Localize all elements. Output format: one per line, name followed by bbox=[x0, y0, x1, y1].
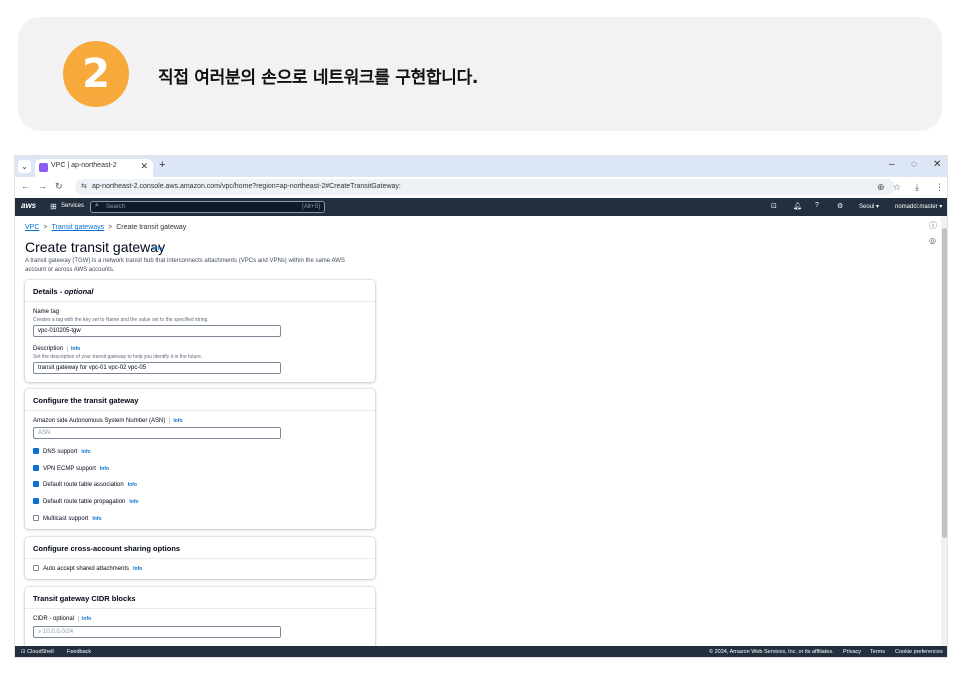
terms-link[interactable]: Terms bbox=[870, 649, 885, 655]
details-panel: Details - optional Name tag Creates a ta… bbox=[25, 280, 375, 382]
breadcrumb-chevron-icon: > bbox=[108, 224, 113, 231]
download-icon[interactable]: ⤓ bbox=[915, 182, 919, 193]
console-content: VPC > Transit gateways > Create transit gate… bbox=[15, 216, 947, 646]
tab-search-chevron-icon[interactable]: ⌄ bbox=[18, 160, 31, 173]
aws-search-input[interactable]: ⌕ Search [Alt+S] bbox=[90, 201, 325, 213]
cloudshell-footer-link[interactable]: ⊡ CloudShell bbox=[21, 649, 54, 655]
zoom-icon[interactable]: ⊕ bbox=[877, 182, 885, 193]
feedback-link[interactable]: Feedback bbox=[67, 649, 91, 655]
sharing-header: Configure cross-account sharing options bbox=[25, 537, 375, 559]
tab-title: VPC | ap-northeast-2 bbox=[51, 162, 117, 169]
forward-icon[interactable]: → bbox=[38, 181, 47, 191]
browser-window: ⌄ VPC | ap-northeast-2 ✕ + – ◌ ✕ ← → ↻ ⇆… bbox=[14, 155, 948, 658]
cookie-preferences-link[interactable]: Cookie preferences bbox=[895, 649, 943, 655]
step-banner: 2 직접 여러분의 손으로 네트워크를 구현합니다. bbox=[18, 17, 942, 131]
page-title: Create transit gateway bbox=[25, 239, 166, 255]
tab-strip: ⌄ VPC | ap-northeast-2 ✕ + – ◌ ✕ bbox=[15, 156, 947, 177]
info-link[interactable]: Info bbox=[128, 482, 137, 488]
multicast-support-checkbox[interactable]: Multicast support Info bbox=[33, 515, 102, 522]
reload-icon[interactable]: ↻ bbox=[55, 181, 63, 192]
details-header: Details - optional bbox=[25, 280, 375, 302]
breadcrumb-vpc[interactable]: VPC bbox=[25, 224, 39, 231]
info-link[interactable]: Info bbox=[133, 566, 142, 572]
breadcrumb-chevron-icon: > bbox=[43, 224, 48, 231]
vpc-favicon-icon bbox=[39, 163, 48, 172]
configure-header: Configure the transit gateway bbox=[25, 389, 375, 411]
breadcrumb-current: Create transit gateway bbox=[116, 224, 187, 231]
settings-gear-icon[interactable]: ⚙ bbox=[837, 202, 843, 210]
banner-title: 직접 여러분의 손으로 네트워크를 구현합니다. bbox=[158, 68, 479, 88]
cidr-info-link[interactable]: Info bbox=[78, 616, 92, 622]
checkbox-unchecked-icon[interactable] bbox=[33, 515, 39, 521]
new-tab-icon[interactable]: + bbox=[159, 159, 165, 171]
page-scrollbar[interactable] bbox=[941, 216, 947, 646]
sharing-panel: Configure cross-account sharing options … bbox=[25, 537, 375, 579]
tab-close-icon[interactable]: ✕ bbox=[140, 161, 148, 172]
dns-support-checkbox[interactable]: DNS support Info bbox=[33, 448, 91, 455]
description-info-link[interactable]: Info bbox=[67, 346, 81, 352]
info-link[interactable]: Info bbox=[100, 466, 109, 472]
description-input[interactable]: transit gateway for vpc-01 vpc-02 vpc-05 bbox=[33, 362, 281, 374]
info-link[interactable]: Info bbox=[81, 449, 90, 455]
cidr-label: CIDR - optional Info bbox=[33, 616, 92, 622]
page-info-link[interactable]: Info bbox=[153, 246, 162, 252]
console-footer: ⊡ CloudShell Feedback © 2024, Amazon Web… bbox=[15, 646, 947, 657]
description-label: Description Info bbox=[33, 346, 81, 352]
name-tag-input[interactable]: vpc-010205-tgw bbox=[33, 325, 281, 337]
search-icon: ⌕ bbox=[95, 202, 99, 209]
checkbox-checked-icon[interactable] bbox=[33, 465, 39, 471]
cloudshell-icon[interactable]: ⊡ bbox=[771, 202, 777, 210]
checkbox-unchecked-icon[interactable] bbox=[33, 565, 39, 571]
page-description: A transit gateway (TGW) is a network tra… bbox=[25, 258, 345, 273]
asn-label: Amazon side Autonomous System Number (AS… bbox=[33, 418, 183, 424]
services-menu[interactable]: Services bbox=[61, 203, 84, 209]
aws-console-header: aws ⊞ Services ⌕ Search [Alt+S] ⊡ 🔔︎ ? ⚙… bbox=[15, 198, 947, 216]
url-field[interactable]: ⇆ ap-northeast-2.console.aws.amazon.com/… bbox=[75, 179, 895, 195]
info-link[interactable]: Info bbox=[129, 499, 138, 505]
configure-panel: Configure the transit gateway Amazon sid… bbox=[25, 389, 375, 529]
help-icon[interactable]: ? bbox=[815, 202, 819, 209]
region-selector[interactable]: Seoul ▾ bbox=[859, 203, 879, 210]
info-panel-icon[interactable]: ⓘ bbox=[929, 220, 937, 231]
checkbox-checked-icon[interactable] bbox=[33, 481, 39, 487]
info-link[interactable]: Info bbox=[92, 516, 101, 522]
url-text: ap-northeast-2.console.aws.amazon.com/vp… bbox=[92, 183, 401, 190]
search-shortcut: [Alt+S] bbox=[302, 204, 320, 210]
tools-panel-icon[interactable]: ◎ bbox=[929, 236, 936, 245]
address-bar: ← → ↻ ⇆ ap-northeast-2.console.aws.amazo… bbox=[15, 177, 947, 198]
checkbox-checked-icon[interactable] bbox=[33, 448, 39, 454]
step-number-badge: 2 bbox=[63, 41, 129, 107]
privacy-link[interactable]: Privacy bbox=[843, 649, 861, 655]
aws-logo[interactable]: aws bbox=[21, 201, 36, 210]
services-grid-icon[interactable]: ⊞ bbox=[50, 202, 57, 211]
auto-accept-checkbox[interactable]: Auto accept shared attachments Info bbox=[33, 565, 142, 572]
name-tag-label: Name tag bbox=[33, 309, 60, 315]
vpn-ecmp-support-checkbox[interactable]: VPN ECMP support Info bbox=[33, 465, 109, 472]
name-tag-hint: Creates a tag with the key set to Name a… bbox=[33, 317, 209, 323]
search-placeholder: Search bbox=[106, 204, 126, 210]
minimize-icon[interactable]: – bbox=[889, 159, 895, 170]
menu-kebab-icon[interactable]: ⋮ bbox=[935, 182, 944, 193]
checkbox-checked-icon[interactable] bbox=[33, 498, 39, 504]
description-hint: Set the description of your transit gate… bbox=[33, 354, 203, 360]
cidr-panel: Transit gateway CIDR blocks CIDR - optio… bbox=[25, 587, 375, 646]
browser-tab[interactable]: VPC | ap-northeast-2 ✕ bbox=[35, 159, 153, 177]
cidr-input[interactable]: ⌕ 10.0.0.0/24 bbox=[33, 626, 281, 638]
cidr-header: Transit gateway CIDR blocks bbox=[25, 587, 375, 609]
account-menu[interactable]: nomadcl.master ▾ bbox=[895, 203, 942, 210]
bookmark-star-icon[interactable]: ☆ bbox=[893, 182, 901, 193]
asn-info-link[interactable]: Info bbox=[169, 418, 183, 424]
default-route-table-association-checkbox[interactable]: Default route table association Info bbox=[33, 481, 137, 488]
breadcrumb: VPC > Transit gateways > Create transit gate… bbox=[25, 224, 186, 231]
asn-input[interactable]: ASN bbox=[33, 427, 281, 439]
close-window-icon[interactable]: ✕ bbox=[933, 159, 941, 170]
copyright-text: © 2024, Amazon Web Services, Inc. or its… bbox=[709, 649, 834, 655]
scrollbar-thumb[interactable] bbox=[942, 228, 947, 538]
default-route-table-propagation-checkbox[interactable]: Default route table propagation Info bbox=[33, 498, 139, 505]
breadcrumb-transit-gateways[interactable]: Transit gateways bbox=[52, 224, 105, 231]
back-icon[interactable]: ← bbox=[21, 181, 30, 191]
site-info-icon[interactable]: ⇆ bbox=[81, 182, 87, 190]
notifications-bell-icon[interactable]: 🔔︎ bbox=[793, 202, 802, 210]
restore-icon[interactable]: ◌ bbox=[911, 159, 917, 170]
